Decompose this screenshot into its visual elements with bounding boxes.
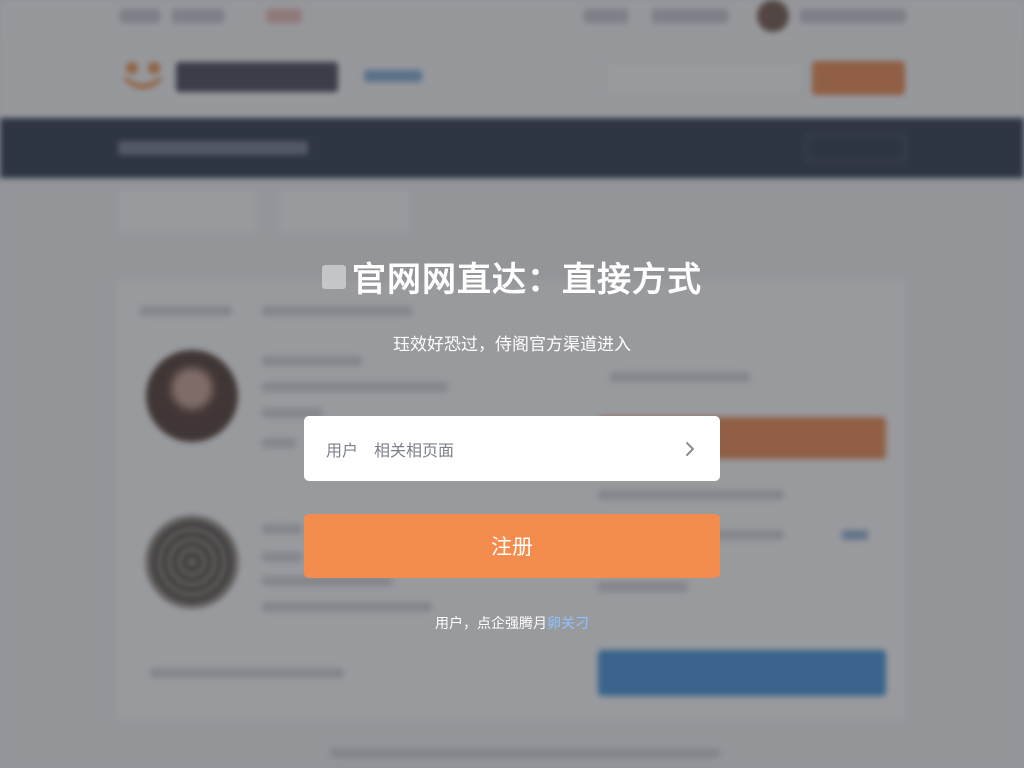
chevron-right-icon [686, 441, 694, 456]
register-button[interactable]: 注册 [304, 514, 720, 578]
modal-overlay[interactable] [0, 0, 1024, 768]
field-label: 用户 [326, 440, 359, 460]
footer-text: 用户，点企强腾月 [435, 616, 547, 632]
footer-link[interactable]: 卵关刁 [547, 616, 589, 632]
modal-footer: 用户，点企强腾月卵关刁 [0, 613, 1024, 633]
modal-title: 官网网直达：直接方式 [322, 252, 702, 301]
modal-subtitle: 珏效好恐过，侍阁官方渠道进入 [393, 335, 631, 355]
modal-title-text: 官网网直达：直接方式 [352, 260, 702, 300]
site-badge-icon [322, 264, 346, 289]
user-page-field[interactable]: 用户 相关相页面 [304, 416, 720, 481]
modal-header: 官网网直达：直接方式 [0, 252, 1024, 301]
field-value: 相关相页面 [374, 440, 455, 460]
